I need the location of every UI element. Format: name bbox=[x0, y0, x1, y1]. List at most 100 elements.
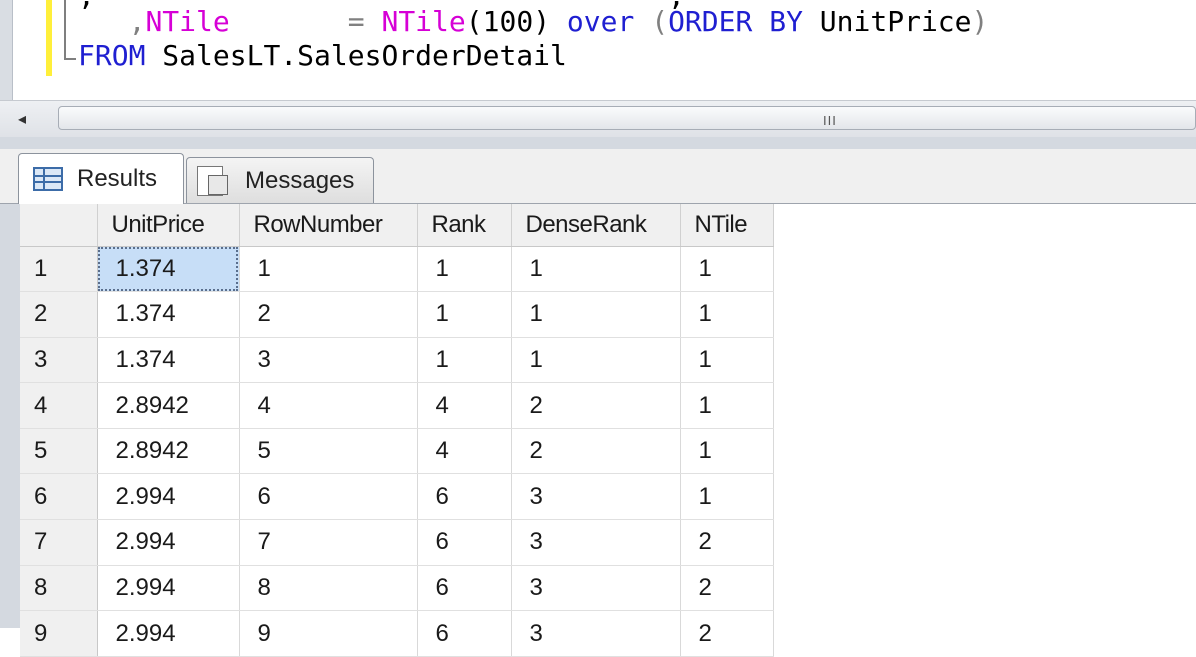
table-row: 6 2.994 6 6 3 1 bbox=[20, 473, 774, 521]
cell-unitprice[interactable]: 2.994 bbox=[97, 610, 240, 657]
code-paren-open: ( bbox=[634, 5, 669, 38]
cell-rownumber[interactable]: 2 bbox=[239, 291, 418, 338]
splitter[interactable] bbox=[0, 137, 1196, 149]
cell-rownumber[interactable]: 7 bbox=[239, 519, 418, 566]
cell-ntile[interactable]: 2 bbox=[680, 519, 774, 566]
code-keyword-order-by: ORDER BY bbox=[668, 5, 803, 38]
cell-denserank[interactable]: 1 bbox=[511, 291, 681, 338]
cell-denserank[interactable]: 3 bbox=[511, 519, 681, 566]
row-header[interactable]: 5 bbox=[20, 428, 98, 475]
cell-rank[interactable]: 4 bbox=[417, 382, 512, 429]
row-header[interactable]: 6 bbox=[20, 473, 98, 521]
cell-unitprice[interactable]: 1.374 bbox=[97, 337, 240, 384]
row-header[interactable]: 2 bbox=[20, 291, 98, 338]
table-row: 8 2.994 8 6 3 2 bbox=[20, 565, 774, 612]
scrollbar-grip-icon: III bbox=[823, 113, 837, 128]
fold-guide-end bbox=[64, 58, 76, 60]
cell-ntile[interactable]: 1 bbox=[680, 337, 774, 384]
cell-denserank[interactable]: 3 bbox=[511, 565, 681, 612]
scroll-left-arrow-icon[interactable]: ◂ bbox=[18, 109, 26, 129]
cell-rank[interactable]: 6 bbox=[417, 610, 512, 657]
cell-rownumber[interactable]: 5 bbox=[239, 428, 418, 475]
grid-left-border bbox=[0, 204, 20, 628]
cell-rownumber[interactable]: 8 bbox=[239, 565, 418, 612]
cell-rownumber[interactable]: 6 bbox=[239, 473, 418, 521]
column-header-unitprice[interactable]: UnitPrice bbox=[97, 204, 240, 247]
cell-rownumber[interactable]: 9 bbox=[239, 610, 418, 657]
table-row: 7 2.994 7 6 3 2 bbox=[20, 519, 774, 566]
cell-denserank[interactable]: 1 bbox=[511, 246, 681, 293]
row-header[interactable]: 9 bbox=[20, 610, 98, 657]
cell-denserank[interactable]: 3 bbox=[511, 473, 681, 521]
code-line-ntile: ,NTile = NTile(100) over (ORDER BY UnitP… bbox=[78, 4, 989, 40]
tab-results-label: Results bbox=[77, 165, 158, 192]
table-row: 9 2.994 9 6 3 2 bbox=[20, 610, 774, 657]
fold-guide bbox=[64, 0, 66, 60]
code-keyword-over: over bbox=[566, 5, 635, 38]
table-row: 4 2.8942 4 4 2 1 bbox=[20, 382, 774, 429]
cell-unitprice[interactable]: 2.994 bbox=[97, 519, 240, 566]
cell-rank[interactable]: 6 bbox=[417, 519, 512, 566]
header-row: UnitPrice RowNumber Rank DenseRank NTile bbox=[20, 204, 774, 247]
column-header-denserank[interactable]: DenseRank bbox=[511, 204, 681, 247]
row-header[interactable]: 4 bbox=[20, 382, 98, 429]
cell-ntile[interactable]: 1 bbox=[680, 291, 774, 338]
editor-left-edge bbox=[0, 0, 13, 100]
cell-rank[interactable]: 6 bbox=[417, 473, 512, 521]
column-header-rank[interactable]: Rank bbox=[417, 204, 512, 247]
cell-rank[interactable]: 4 bbox=[417, 428, 512, 475]
code-keyword-from: FROM bbox=[78, 39, 146, 72]
cell-unitprice[interactable]: 1.374 bbox=[97, 291, 240, 338]
code-comma: , bbox=[78, 5, 146, 38]
tab-results[interactable]: Results bbox=[18, 153, 184, 204]
row-header[interactable]: 7 bbox=[20, 519, 98, 566]
cell-rownumber[interactable]: 4 bbox=[239, 382, 418, 429]
code-function: NTile bbox=[381, 5, 466, 38]
cell-unitprice[interactable]: 2.994 bbox=[97, 565, 240, 612]
cell-ntile[interactable]: 2 bbox=[680, 610, 774, 657]
cell-rank[interactable]: 1 bbox=[417, 337, 512, 384]
code-args: (100) bbox=[465, 5, 567, 38]
cell-rank[interactable]: 1 bbox=[417, 246, 512, 293]
row-number-header[interactable] bbox=[20, 204, 98, 247]
table-row: 3 1.374 3 1 1 1 bbox=[20, 337, 774, 384]
cell-unitprice[interactable]: 2.8942 bbox=[97, 428, 240, 475]
cell-rank[interactable]: 6 bbox=[417, 565, 512, 612]
cell-denserank[interactable]: 1 bbox=[511, 337, 681, 384]
cell-ntile[interactable]: 1 bbox=[680, 246, 774, 293]
cell-rank[interactable]: 1 bbox=[417, 291, 512, 338]
messages-icon bbox=[197, 165, 228, 196]
results-tab-bar: Results Messages bbox=[0, 149, 1196, 204]
column-header-ntile[interactable]: NTile bbox=[680, 204, 774, 247]
cell-denserank[interactable]: 3 bbox=[511, 610, 681, 657]
cell-ntile[interactable]: 2 bbox=[680, 565, 774, 612]
cell-unitprice[interactable]: 1.374 bbox=[97, 246, 240, 293]
query-editor[interactable]: , , ,NTile = NTile(100) over (ORDER BY U… bbox=[0, 0, 1196, 100]
cell-unitprice[interactable]: 2.8942 bbox=[97, 382, 240, 429]
row-header[interactable]: 3 bbox=[20, 337, 98, 384]
tab-messages-label: Messages bbox=[245, 166, 355, 194]
cell-ntile[interactable]: 1 bbox=[680, 428, 774, 475]
cell-denserank[interactable]: 2 bbox=[511, 382, 681, 429]
cell-unitprice[interactable]: 2.994 bbox=[97, 473, 240, 521]
cell-ntile[interactable]: 1 bbox=[680, 382, 774, 429]
code-paren-close: ) bbox=[971, 5, 989, 38]
code-table-name: SalesLT.SalesOrderDetail bbox=[145, 39, 567, 72]
column-header-rownumber[interactable]: RowNumber bbox=[239, 204, 418, 247]
scrollbar-thumb[interactable]: III bbox=[58, 106, 1196, 130]
change-marker bbox=[46, 0, 52, 76]
cell-denserank[interactable]: 2 bbox=[511, 428, 681, 475]
table-row: 5 2.8942 5 4 2 1 bbox=[20, 428, 774, 475]
cell-rownumber[interactable]: 1 bbox=[239, 246, 418, 293]
cell-ntile[interactable]: 1 bbox=[680, 473, 774, 521]
code-line-from: FROM SalesLT.SalesOrderDetail bbox=[78, 38, 567, 74]
code-equals: = bbox=[347, 5, 382, 38]
results-grid[interactable]: UnitPrice RowNumber Rank DenseRank NTile… bbox=[20, 204, 774, 657]
editor-horizontal-scrollbar[interactable]: ◂ III bbox=[0, 100, 1196, 138]
results-grid-area: UnitPrice RowNumber Rank DenseRank NTile… bbox=[0, 204, 1196, 657]
tab-messages[interactable]: Messages bbox=[186, 157, 374, 203]
row-header[interactable]: 1 bbox=[20, 246, 98, 293]
code-column: UnitPrice bbox=[802, 5, 972, 38]
row-header[interactable]: 8 bbox=[20, 565, 98, 612]
cell-rownumber[interactable]: 3 bbox=[239, 337, 418, 384]
